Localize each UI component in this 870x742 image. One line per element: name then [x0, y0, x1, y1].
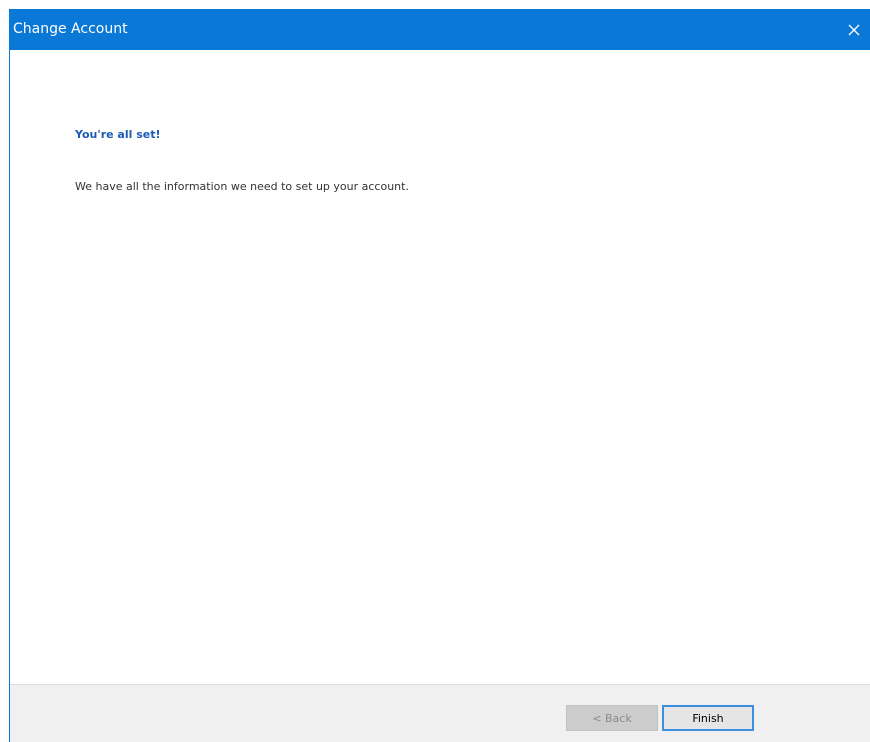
close-icon — [848, 24, 860, 35]
change-account-dialog: Change Account You're all set! We have a… — [9, 9, 870, 742]
back-button[interactable]: < Back — [566, 705, 658, 731]
dialog-footer: < Back Finish — [10, 684, 870, 742]
close-button[interactable] — [838, 9, 870, 50]
finish-button[interactable]: Finish — [662, 705, 754, 731]
dialog-content: You're all set! We have all the informat… — [10, 50, 870, 684]
success-message: We have all the information we need to s… — [75, 180, 409, 193]
success-heading: You're all set! — [75, 128, 161, 141]
title-bar[interactable]: Change Account — [10, 9, 870, 50]
window-title: Change Account — [13, 21, 128, 37]
